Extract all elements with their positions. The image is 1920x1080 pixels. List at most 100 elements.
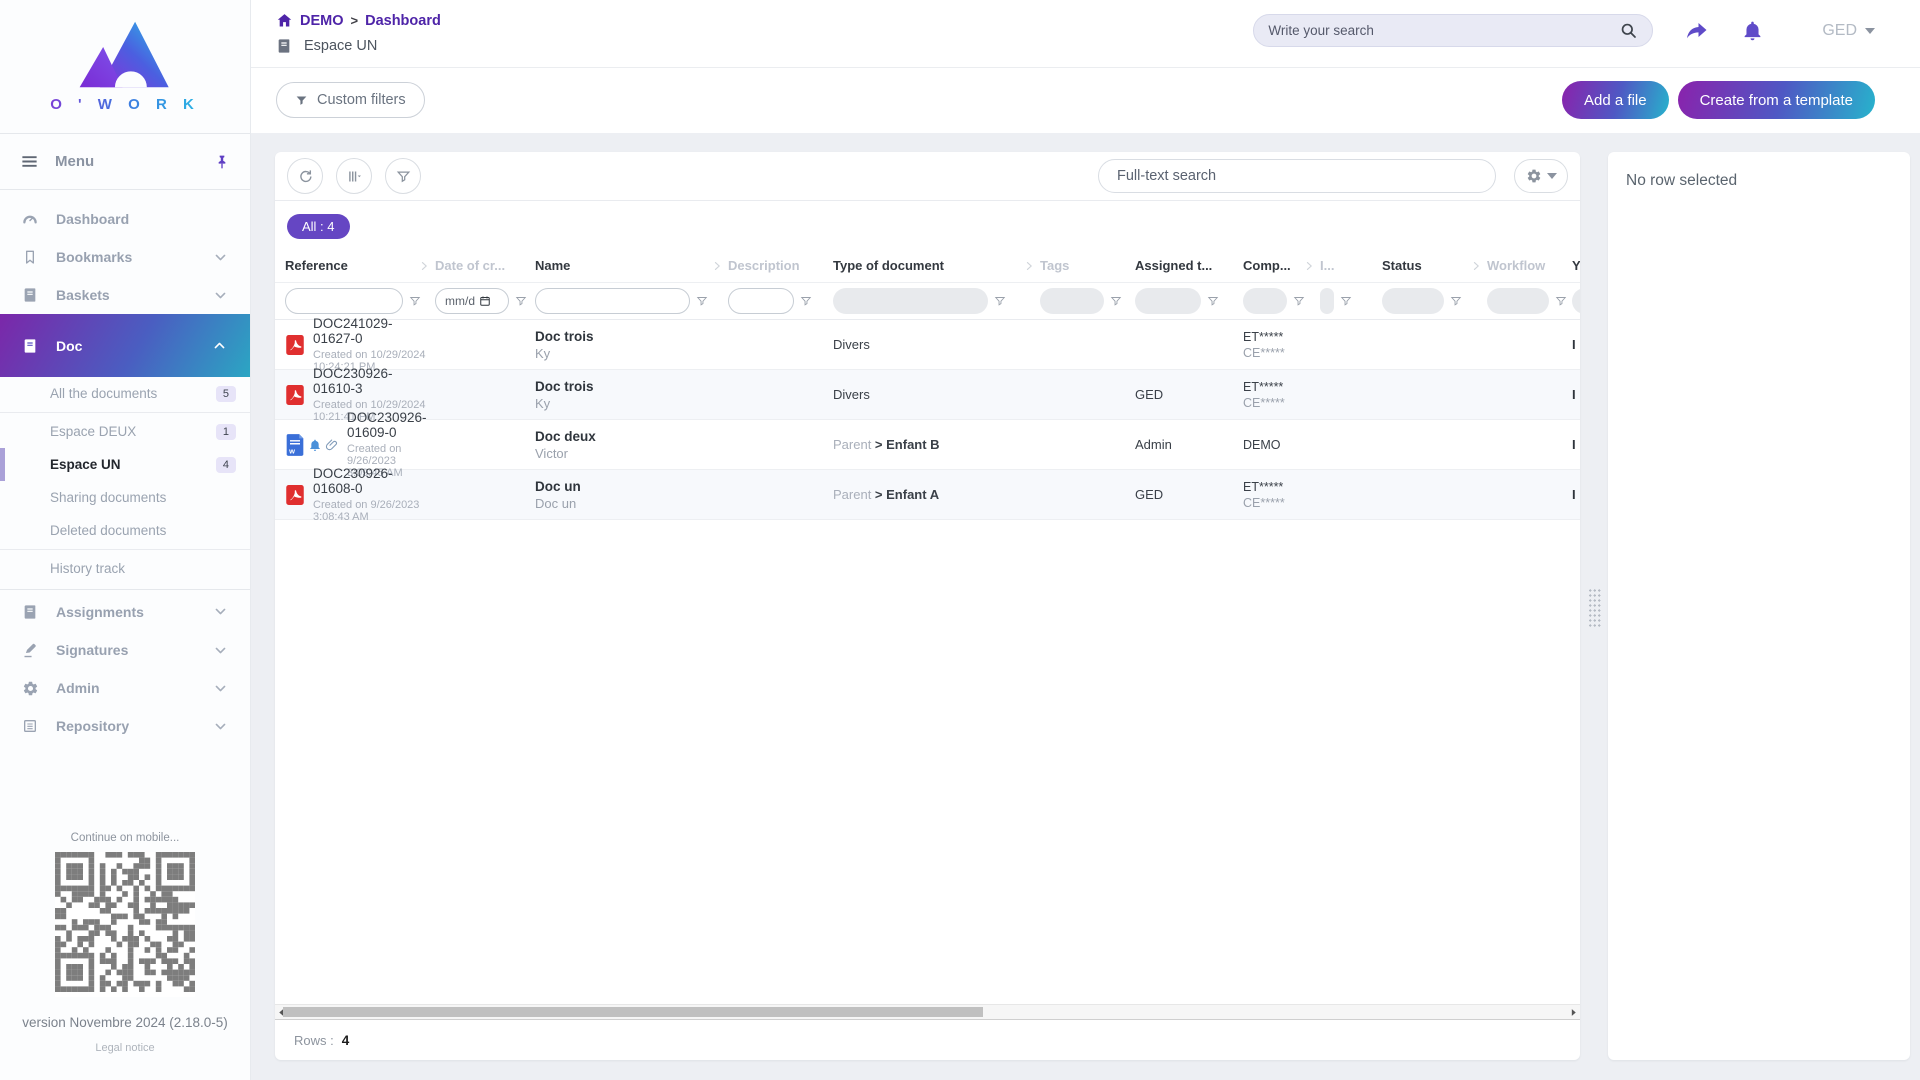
company-line2: CE***** xyxy=(1243,395,1285,410)
add-file-button[interactable]: Add a file xyxy=(1562,81,1669,119)
sidebar-item-all-the-documents[interactable]: All the documents 5 xyxy=(0,377,250,410)
scroll-right-icon[interactable] xyxy=(1569,1008,1578,1017)
column-header-i[interactable]: I... xyxy=(1320,258,1382,273)
sidebar-subitem-label: Sharing documents xyxy=(50,490,167,505)
scrollbar-thumb[interactable] xyxy=(283,1007,983,1017)
funnel-icon[interactable] xyxy=(1340,295,1352,307)
company-line2: CE***** xyxy=(1243,345,1285,360)
legal-notice-link[interactable]: Legal notice xyxy=(0,1042,250,1054)
sidebar-item-label: Dashboard xyxy=(56,211,130,227)
filter-cell-assigned-t xyxy=(1135,288,1243,314)
filter-button[interactable] xyxy=(385,158,421,194)
menu-label: Menu xyxy=(55,153,95,170)
table-body: DOC241029-01627-0 Created on 10/29/2024 1… xyxy=(275,316,1580,523)
funnel-icon[interactable] xyxy=(800,295,812,307)
sidebar-item-baskets[interactable]: Baskets xyxy=(0,276,250,314)
table-header-row: Reference Date of cr... Name Description Typ… xyxy=(275,249,1580,283)
sort-icon[interactable] xyxy=(1471,261,1481,271)
sidebar-item-espace-un[interactable]: Espace UN 4 xyxy=(0,448,250,481)
column-header-reference[interactable]: Reference xyxy=(285,258,435,273)
user-menu[interactable]: GED xyxy=(1822,22,1875,40)
sidebar-item-history-track[interactable]: History track xyxy=(0,552,250,585)
funnel-icon[interactable] xyxy=(696,295,708,307)
column-header-assigned-t[interactable]: Assigned t... xyxy=(1135,258,1243,273)
sidebar-item-doc[interactable]: Doc xyxy=(0,314,250,377)
filter-input-reference[interactable] xyxy=(285,288,403,314)
funnel-icon[interactable] xyxy=(409,295,421,307)
filter-input-disabled-y xyxy=(1572,288,1580,314)
funnel-icon[interactable] xyxy=(994,295,1006,307)
column-header-status[interactable]: Status xyxy=(1382,258,1487,273)
breadcrumb-current[interactable]: Dashboard xyxy=(365,13,441,29)
sidebar-item-signatures[interactable]: Signatures xyxy=(0,631,250,669)
funnel-icon[interactable] xyxy=(1450,295,1462,307)
pin-icon[interactable] xyxy=(214,154,230,170)
all-count-chip[interactable]: All : 4 xyxy=(287,213,350,239)
calendar-icon xyxy=(479,295,491,307)
horizontal-scrollbar[interactable] xyxy=(275,1004,1580,1020)
file-icons xyxy=(285,383,305,407)
search-icon[interactable] xyxy=(1619,21,1638,40)
create-from-template-button[interactable]: Create from a template xyxy=(1677,81,1875,119)
sort-icon[interactable] xyxy=(419,261,429,271)
home-icon[interactable] xyxy=(276,12,293,29)
fulltext-search-input[interactable] xyxy=(1098,159,1496,193)
assigned-cell: GED xyxy=(1135,386,1243,404)
document-name: Doc trois xyxy=(535,378,594,394)
columns-button[interactable] xyxy=(336,158,372,194)
sidebar-item-espace-deux[interactable]: Espace DEUX 1 xyxy=(0,415,250,448)
funnel-icon[interactable] xyxy=(1110,295,1122,307)
table-row[interactable]: w DOC230926-01609-0 Created on 9/26/2023 3… xyxy=(275,410,1580,479)
column-header-workflow[interactable]: Workflow xyxy=(1487,258,1572,273)
sidebar-item-deleted-documents[interactable]: Deleted documents xyxy=(0,514,250,547)
bell-icon[interactable] xyxy=(1741,19,1764,42)
column-header-date-of-cr[interactable]: Date of cr... xyxy=(435,258,535,273)
filter-input-name[interactable] xyxy=(535,288,690,314)
sort-icon[interactable] xyxy=(1024,261,1034,271)
table-row[interactable]: DOC241029-01627-0 Created on 10/29/2024 1… xyxy=(275,316,1580,373)
sidebar: O ' W O R K Menu Dashboard Bookmarks Baske… xyxy=(0,0,251,1080)
table-filter-row: mm/d xyxy=(275,283,1580,320)
breadcrumb-root[interactable]: DEMO xyxy=(300,13,344,29)
filter-input-description[interactable] xyxy=(728,288,794,314)
sidebar-item-repository[interactable]: Repository xyxy=(0,707,250,745)
date-filter-input[interactable]: mm/d xyxy=(435,288,509,314)
column-header-tags[interactable]: Tags xyxy=(1040,258,1135,273)
sort-icon[interactable] xyxy=(712,261,722,271)
funnel-icon[interactable] xyxy=(515,295,527,307)
global-search-input[interactable] xyxy=(1268,23,1620,38)
global-search[interactable] xyxy=(1253,14,1654,47)
share-icon[interactable] xyxy=(1685,19,1709,43)
funnel-icon[interactable] xyxy=(1293,295,1305,307)
table-settings-button[interactable] xyxy=(1514,159,1568,193)
column-header-name[interactable]: Name xyxy=(535,258,728,273)
sidebar-item-dashboard[interactable]: Dashboard xyxy=(0,200,250,238)
sort-icon[interactable] xyxy=(1304,261,1314,271)
filter-cell-description xyxy=(728,288,833,314)
user-menu-label: GED xyxy=(1822,21,1857,39)
filter-cell-i xyxy=(1320,288,1382,314)
sidebar-item-sharing-documents[interactable]: Sharing documents xyxy=(0,481,250,514)
sidebar-subitem-label: All the documents xyxy=(50,386,158,401)
table-row[interactable]: DOC230926-01610-3 Created on 10/29/2024 1… xyxy=(275,366,1580,423)
sidebar-item-label: Signatures xyxy=(56,642,129,658)
filter-input-disabled-i xyxy=(1320,288,1334,314)
funnel-icon[interactable] xyxy=(1207,295,1219,307)
sidebar-menu-toggle[interactable]: Menu xyxy=(0,133,250,190)
sidebar-item-assignments[interactable]: Assignments xyxy=(0,589,250,631)
custom-filters-button[interactable]: Custom filters xyxy=(276,82,425,118)
column-header-type-of-document[interactable]: Type of document xyxy=(833,258,1040,273)
column-header-y[interactable]: Y... xyxy=(1572,258,1580,273)
refresh-button[interactable] xyxy=(287,158,323,194)
detail-panel: No row selected xyxy=(1608,152,1910,1060)
book-icon xyxy=(276,38,292,54)
y-cell: I xyxy=(1572,386,1580,404)
funnel-icon[interactable] xyxy=(1555,295,1567,307)
panel-resize-handle[interactable] xyxy=(1588,588,1601,628)
sidebar-item-bookmarks[interactable]: Bookmarks xyxy=(0,238,250,276)
pdf-file-icon xyxy=(285,483,305,507)
column-header-description[interactable]: Description xyxy=(728,258,833,273)
sidebar-item-admin[interactable]: Admin xyxy=(0,669,250,707)
column-header-comp[interactable]: Comp... xyxy=(1243,258,1320,273)
table-row[interactable]: DOC230926-01608-0 Created on 9/26/2023 3:… xyxy=(275,466,1580,523)
